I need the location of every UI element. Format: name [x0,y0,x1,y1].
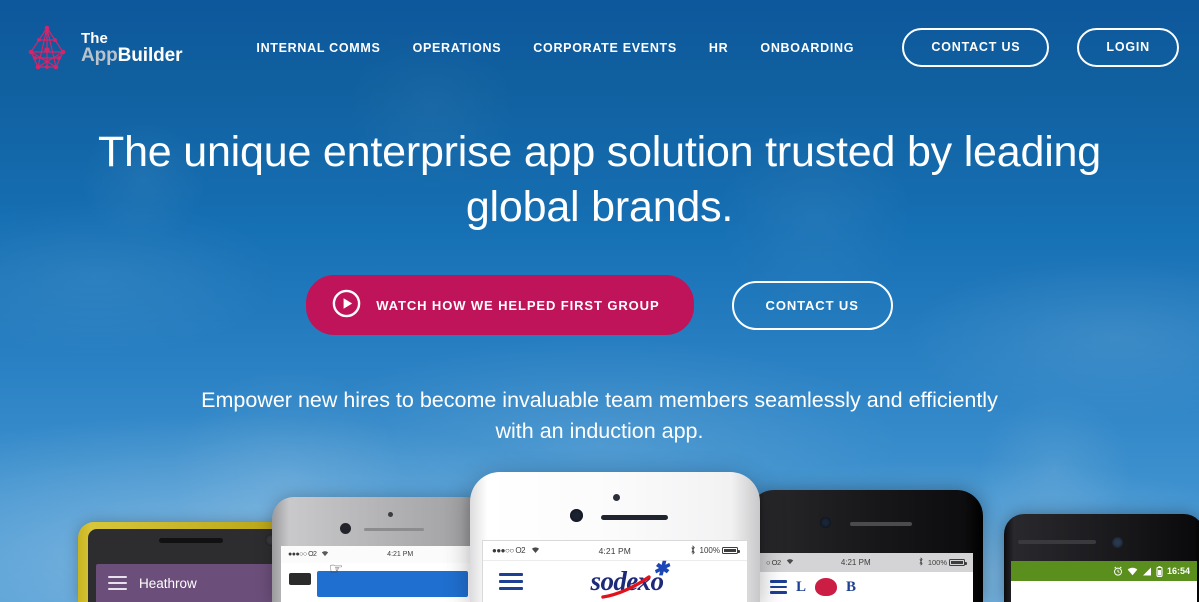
hero-headline: The unique enterprise app solution trust… [98,128,1101,232]
phone-screen: ●●●○○ O2 4:21 PM 100% sodexo ✱ [482,540,748,602]
battery-full-icon [949,559,967,566]
hero-cta-row: WATCH HOW WE HELPED FIRST GROUP CONTACT … [0,275,1199,336]
hand-cursor-icon: ☞ [329,561,344,578]
front-sensor-icon [388,512,393,517]
logo-line-app: App [81,44,118,66]
status-bar: ●●●○○ O2 4:21 PM 100% [483,541,747,561]
thumbnail-block [289,573,311,585]
front-sensor-icon [613,494,620,501]
alarm-clock-icon [1113,566,1123,576]
phone-mockups: Heathrow ●●●○○ O2 4:21 PM ☞ ●●●○○ O2 4:2… [0,452,1199,602]
phone-mockup-sodexo: ●●●○○ O2 4:21 PM 100% sodexo ✱ [470,472,760,602]
phone-screen: ○ O2 4:21 PM 100% L B [758,553,973,602]
nav-operations[interactable]: OPERATIONS [413,35,502,61]
app-brand-mark-icon [815,578,838,596]
bluetooth-icon [918,557,924,568]
status-bar: 16:54 [1011,561,1197,581]
carrier-label: ●●●○○ O2 [288,551,317,558]
hero-subheadline: Empower new hires to become invaluable t… [201,388,998,444]
clock-label: 16:54 [1166,566,1190,576]
logo-wordmark: The AppBuilder [81,29,183,66]
front-camera-icon [1112,537,1123,548]
header-login-button[interactable]: LOGIN [1077,28,1179,67]
site-logo[interactable]: The AppBuilder [22,24,183,72]
app-brand-letter: L [796,578,807,595]
signal-bars-icon [1142,567,1152,576]
earpiece-speaker [364,528,424,531]
main-nav: INTERNAL COMMS OPERATIONS CORPORATE EVEN… [256,35,854,61]
nav-corporate-events[interactable]: CORPORATE EVENTS [533,35,677,61]
phone-mockup-android: 16:54 [1004,514,1199,602]
status-bar: ●●●○○ O2 4:21 PM [281,546,478,563]
battery-percent-label: 100% [699,546,720,555]
wifi-icon [786,558,794,567]
nav-onboarding[interactable]: ONBOARDING [760,35,854,61]
hamburger-menu-icon[interactable] [499,569,523,594]
watch-video-label: WATCH HOW WE HELPED FIRST GROUP [376,297,660,313]
earpiece-speaker [850,522,912,526]
app-header-bar: sodexo ✱ [483,559,747,602]
app-body: L B [758,572,973,602]
battery-icon [1156,565,1163,577]
phone-mockup-heathrow: Heathrow [78,522,303,602]
phone-screen: Heathrow [96,564,289,602]
clock-label: 4:21 PM [387,551,414,558]
earpiece-speaker [1018,540,1096,544]
nav-internal-comms[interactable]: INTERNAL COMMS [256,35,380,61]
wifi-icon [321,550,329,559]
hamburger-menu-icon[interactable] [770,577,787,597]
clock-label: 4:21 PM [598,545,631,556]
watch-video-button[interactable]: WATCH HOW WE HELPED FIRST GROUP [306,275,694,336]
phone-screen: ●●●○○ O2 4:21 PM ☞ [281,546,478,602]
hero-contact-us-button[interactable]: CONTACT US [731,280,893,330]
carrier-label: ●●●○○ O2 [492,546,526,555]
status-bar: ○ O2 4:21 PM 100% [758,553,973,572]
app-body [1011,581,1197,602]
app-header-bar: Heathrow [96,564,289,602]
battery-percent-label: 100% [927,558,947,567]
front-camera-icon [340,523,351,534]
logo-line-builder: Builder [117,44,183,66]
app-brand-suffix: B [846,578,857,595]
battery-full-icon [722,547,740,554]
wifi-icon [1127,567,1138,576]
front-camera-icon [570,509,583,522]
hero-section: The AppBuilder INTERNAL COMMS OPERATIONS… [0,0,1199,602]
clock-label: 4:21 PM [840,558,871,567]
hamburger-menu-icon[interactable] [108,572,127,594]
header-contact-us-button[interactable]: CONTACT US [902,28,1050,67]
play-circle-icon [332,289,361,321]
header-actions: CONTACT US LOGIN [902,28,1179,67]
earpiece-speaker [158,538,223,543]
logo-line-the: The [81,29,108,47]
wifi-icon [531,546,540,556]
site-header: The AppBuilder INTERNAL COMMS OPERATIONS… [0,0,1199,95]
app-title: Heathrow [139,575,197,591]
front-camera-icon [820,517,831,528]
phone-mockup-black: ○ O2 4:21 PM 100% L B [748,490,983,602]
network-logo-icon [22,24,72,72]
bluetooth-icon [690,544,696,557]
phone-mockup-silver: ●●●○○ O2 4:21 PM ☞ [272,497,487,602]
sodexo-logo: sodexo ✱ [523,559,731,599]
carrier-label: ○ O2 [766,558,781,567]
sodexo-star-icon: ✱ [653,559,669,580]
nav-hr[interactable]: HR [709,35,728,61]
phone-screen: 16:54 [1011,561,1197,602]
earpiece-speaker [601,515,668,520]
app-body: ☞ [281,561,478,602]
